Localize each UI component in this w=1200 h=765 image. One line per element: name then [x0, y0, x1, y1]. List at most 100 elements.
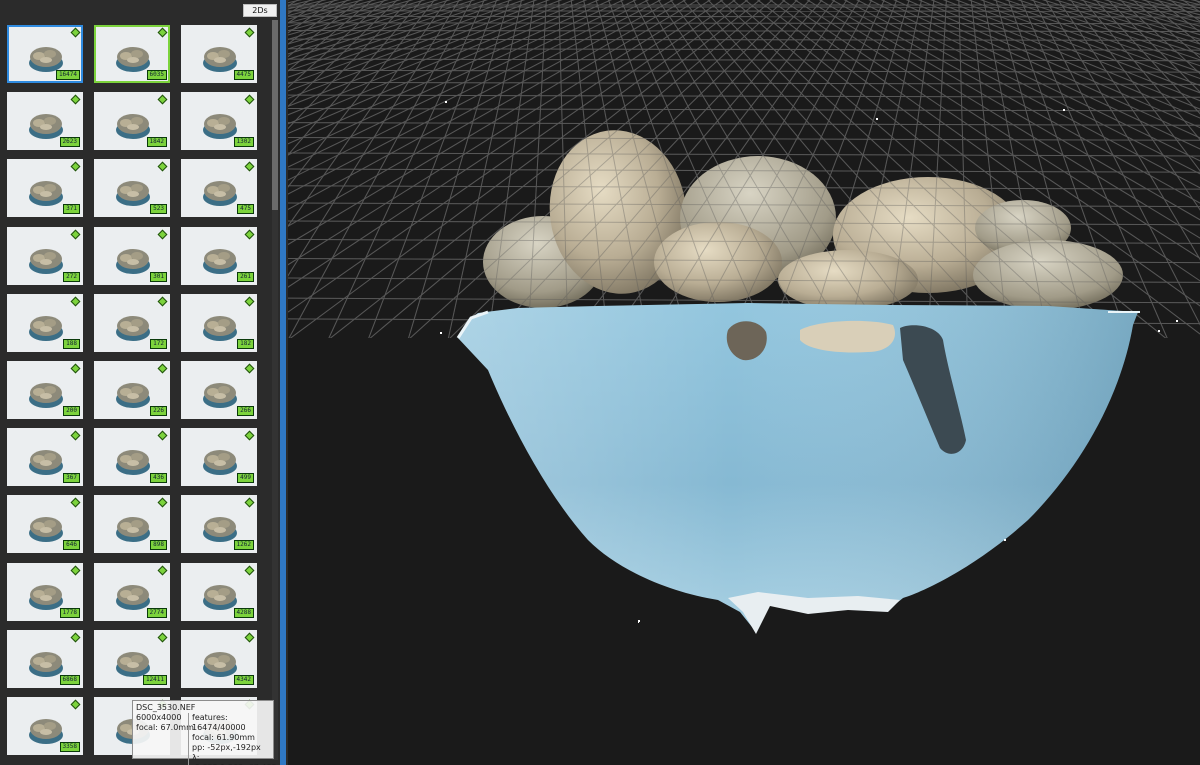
feature-count-badge: 436 — [150, 473, 167, 483]
green-diamond-icon — [157, 229, 168, 240]
thumbnail[interactable]: 272 — [7, 227, 83, 285]
feature-count-badge: 1302 — [233, 137, 254, 147]
thumbnail[interactable]: 261 — [181, 227, 257, 285]
bowl-photo — [29, 450, 63, 475]
thumbnail[interactable]: 6868 — [7, 630, 83, 688]
feature-count-badge: 6868 — [59, 675, 80, 685]
thumbnail[interactable]: 182 — [181, 294, 257, 352]
green-diamond-icon — [70, 565, 81, 576]
bowl-photo — [203, 47, 237, 72]
thumbnail[interactable]: 371 — [7, 159, 83, 217]
thumbnail[interactable]: 1262 — [181, 495, 257, 553]
bowl-photo — [29, 249, 63, 274]
thumbnail[interactable]: 367 — [7, 428, 83, 486]
feature-count-badge: 898 — [150, 540, 167, 550]
bowl-photo — [203, 249, 237, 274]
bowl-photo — [116, 450, 150, 475]
bowl-photo — [29, 719, 63, 744]
scrollbar-thumb[interactable] — [272, 20, 278, 210]
thumbnail[interactable]: 436 — [94, 428, 170, 486]
green-diamond-icon — [70, 94, 81, 105]
thumbnail[interactable]: 475 — [181, 159, 257, 217]
green-diamond-icon — [157, 296, 168, 307]
tooltip-features: features: 16474/40000 — [192, 713, 246, 732]
tooltip-filename: DSC_3530.NEF — [136, 703, 196, 712]
thumbnail[interactable]: 1778 — [7, 563, 83, 621]
tooltip-focal-estimated: focal: 61.90mm — [192, 733, 255, 742]
green-diamond-icon — [70, 497, 81, 508]
3d-scene — [288, 0, 1200, 634]
thumbnail[interactable]: 898 — [94, 495, 170, 553]
thumbnail[interactable]: 172 — [94, 294, 170, 352]
bowl-photo — [29, 316, 63, 341]
feature-count-badge: 301 — [150, 272, 167, 282]
green-diamond-icon — [244, 430, 255, 441]
bowl-photo — [203, 114, 237, 139]
bowl-photo — [116, 114, 150, 139]
tooltip-principal-point: pp: -52px,-192px — [192, 743, 261, 752]
green-diamond-icon — [157, 430, 168, 441]
green-diamond-icon — [244, 565, 255, 576]
thumbnail[interactable]: 1842 — [94, 92, 170, 150]
thumbnail[interactable]: 301 — [94, 227, 170, 285]
thumbnail[interactable]: 2623 — [7, 92, 83, 150]
feature-count-badge: 371 — [63, 204, 80, 214]
bowl-photo — [29, 652, 63, 677]
thumbnail[interactable]: 2774 — [94, 563, 170, 621]
bowl-photo — [29, 517, 63, 542]
green-diamond-icon — [157, 497, 168, 508]
feature-count-badge: 475 — [237, 204, 254, 214]
panel-splitter[interactable] — [280, 0, 286, 765]
green-diamond-icon — [244, 497, 255, 508]
bowl-photo — [116, 249, 150, 274]
bowl-photo — [203, 383, 237, 408]
thumbnail[interactable]: 4475 — [181, 25, 257, 83]
feature-count-badge: 6035 — [146, 70, 167, 80]
green-diamond-icon — [244, 229, 255, 240]
thumbnail-scrollbar[interactable] — [272, 20, 278, 760]
bowl-photo — [29, 181, 63, 206]
green-diamond-icon — [244, 27, 255, 38]
thumbnail-panel: 16474 6035 4475 2623 1842 1302 371 523 475 272 301… — [0, 0, 288, 765]
bowl-photo — [203, 316, 237, 341]
tooltip-resolution: 6000x4000 — [136, 713, 182, 722]
thumbnail[interactable]: 3358 — [7, 697, 83, 755]
thumbnail[interactable]: 188 — [7, 294, 83, 352]
image-info-tooltip: DSC_3530.NEF 6000x4000 focal: 67.0mm fea… — [132, 700, 277, 765]
green-diamond-icon — [157, 632, 168, 643]
tab-2ds[interactable]: 2Ds — [243, 4, 277, 17]
feature-count-badge: 188 — [63, 339, 80, 349]
thumbnail[interactable]: 1302 — [181, 92, 257, 150]
thumbnail[interactable]: 226 — [94, 361, 170, 419]
thumbnail[interactable]: 523 — [94, 159, 170, 217]
bowl-photo — [29, 47, 63, 72]
green-diamond-icon — [157, 94, 168, 105]
thumbnail[interactable]: 12411 — [94, 630, 170, 688]
thumbnail[interactable]: 4342 — [181, 630, 257, 688]
green-diamond-icon — [157, 565, 168, 576]
feature-count-badge: 367 — [63, 473, 80, 483]
thumbnail[interactable]: 499 — [181, 428, 257, 486]
feature-count-badge: 646 — [63, 540, 80, 550]
thumbnail[interactable]: 200 — [7, 361, 83, 419]
green-diamond-icon — [70, 430, 81, 441]
green-diamond-icon — [157, 363, 168, 374]
green-diamond-icon — [157, 27, 168, 38]
thumbnail[interactable]: 646 — [7, 495, 83, 553]
feature-count-badge: 172 — [150, 339, 167, 349]
bowl-photo — [29, 585, 63, 610]
tooltip-focal-exif: focal: 67.0mm — [136, 723, 194, 732]
bowl-photo — [203, 181, 237, 206]
3d-viewport[interactable] — [288, 0, 1200, 765]
green-diamond-icon — [244, 296, 255, 307]
green-diamond-icon — [244, 632, 255, 643]
thumbnail[interactable]: 4288 — [181, 563, 257, 621]
green-diamond-icon — [70, 296, 81, 307]
feature-count-badge: 272 — [63, 272, 80, 282]
thumbnail[interactable]: 6035 — [94, 25, 170, 83]
thumbnail[interactable]: 266 — [181, 361, 257, 419]
thumbnail[interactable]: 16474 — [7, 25, 83, 83]
bowl-photo — [203, 585, 237, 610]
bowl-photo — [116, 517, 150, 542]
green-diamond-icon — [70, 363, 81, 374]
